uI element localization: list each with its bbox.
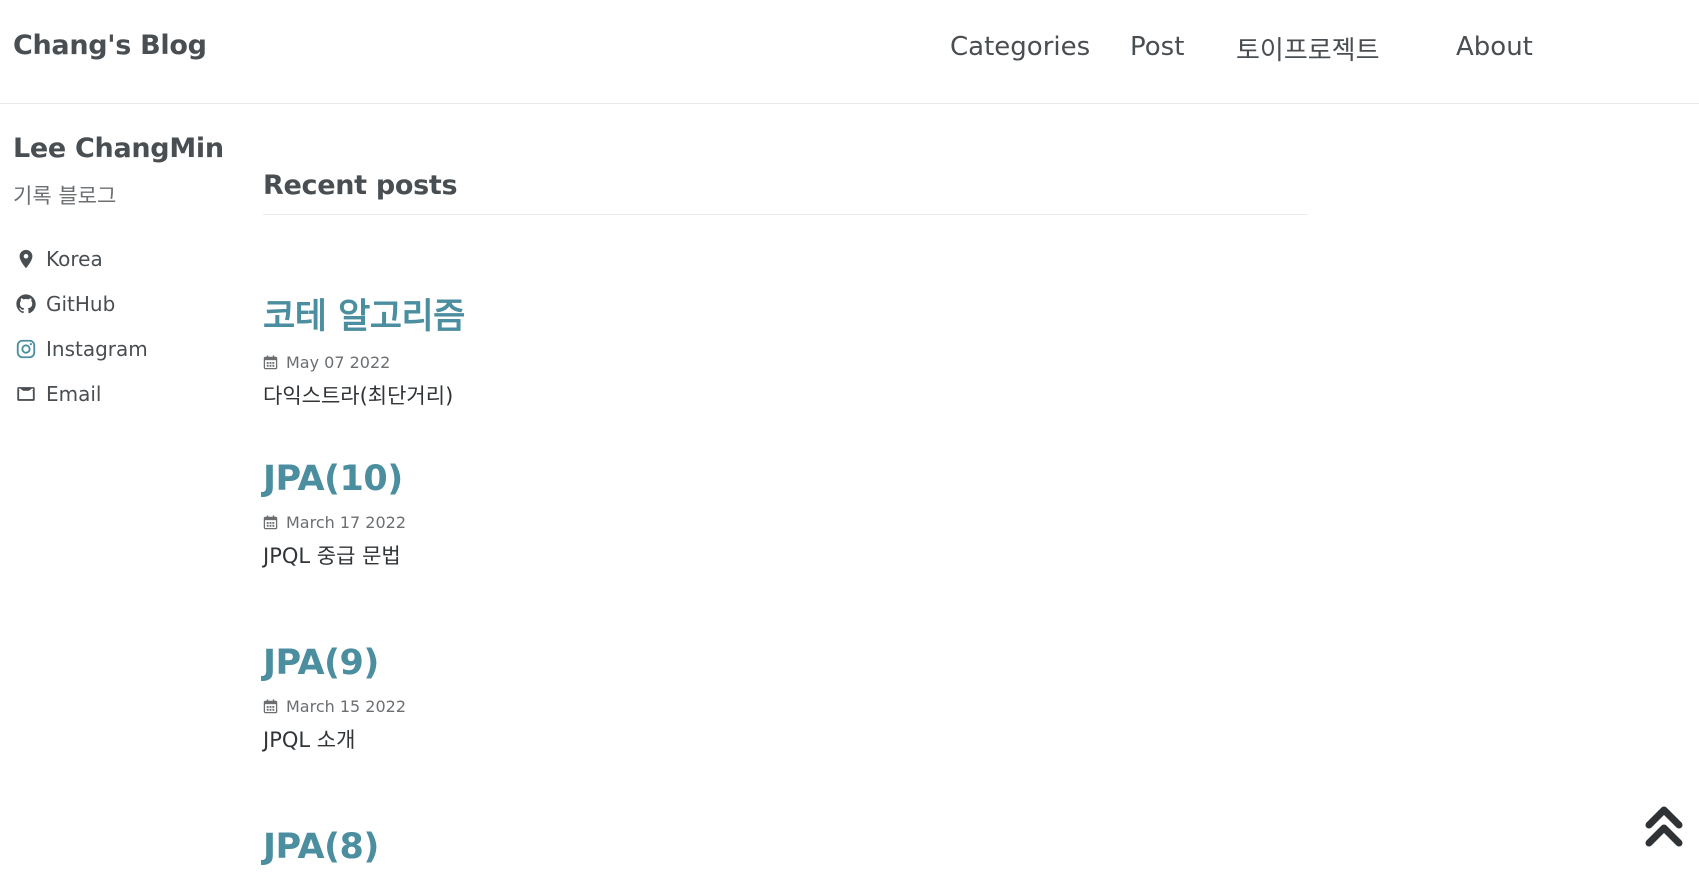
post-meta: March 15 2022: [263, 697, 406, 716]
nav-item-post[interactable]: Post: [1130, 32, 1184, 62]
post-excerpt: 다익스트라(최단거리): [263, 384, 454, 408]
author-links: Korea GitHub Instagram Email: [13, 236, 233, 416]
author-name: Lee ChangMin: [13, 133, 224, 164]
author-link-label: Email: [46, 381, 102, 406]
post-title-link[interactable]: JPA(8): [263, 827, 379, 867]
author-sidebar: Lee ChangMin 기록 블로그 Korea GitHub Instagr…: [13, 133, 233, 416]
nav-item-toy-project[interactable]: 토이프로젝트: [1236, 30, 1380, 67]
post-title-link[interactable]: 코테 알고리즘: [263, 288, 465, 339]
post-title-link[interactable]: JPA(10): [263, 459, 406, 499]
post-date: March 17 2022: [286, 513, 407, 532]
author-link-location: Korea: [13, 236, 233, 281]
github-icon: [16, 293, 36, 313]
main-content: Recent posts 코테 알고리즘 May 07 2022 다익스트라(최…: [263, 170, 1308, 867]
post-meta: March 17 2022: [263, 513, 406, 532]
post-meta: May 07 2022: [263, 353, 465, 372]
calendar-icon: [263, 515, 278, 530]
post-date: March 15 2022: [286, 697, 407, 716]
author-link-email[interactable]: Email: [13, 371, 233, 416]
envelope-icon: [17, 386, 35, 401]
author-link-instagram[interactable]: Instagram: [13, 326, 233, 371]
post-date: May 07 2022: [286, 353, 391, 372]
post-item: JPA(10) March 17 2022 JPQL 중급 문법: [263, 459, 406, 591]
post-item: JPA(9) March 15 2022 JPQL 소개: [263, 643, 406, 775]
nav-item-categories[interactable]: Categories: [950, 32, 1090, 62]
author-bio: 기록 블로그: [13, 184, 117, 208]
author-link-label: Korea: [46, 246, 103, 271]
instagram-icon: [16, 339, 36, 358]
calendar-icon: [263, 699, 278, 714]
post-excerpt: JPQL 소개: [263, 728, 356, 752]
archive-title: Recent posts: [263, 170, 1308, 215]
author-link-github[interactable]: GitHub: [13, 281, 233, 326]
post-item: 코테 알고리즘 May 07 2022 다익스트라(최단거리): [263, 288, 465, 431]
back-to-top-button[interactable]: [1645, 803, 1683, 851]
author-link-label: GitHub: [46, 291, 116, 316]
post-excerpt: JPQL 중급 문법: [263, 544, 401, 568]
masthead: Chang's Blog Categories Post 토이프로젝트 Abou…: [0, 0, 1699, 104]
map-marker-icon: [19, 249, 33, 268]
top-nav: Categories Post 토이프로젝트 About: [0, 32, 1699, 72]
post-item: JPA(8): [263, 827, 379, 867]
nav-item-about[interactable]: About: [1456, 32, 1533, 62]
post-title-link[interactable]: JPA(9): [263, 643, 406, 683]
double-chevron-up-icon: [1645, 806, 1683, 847]
author-link-label: Instagram: [46, 336, 148, 361]
calendar-icon: [263, 355, 278, 370]
